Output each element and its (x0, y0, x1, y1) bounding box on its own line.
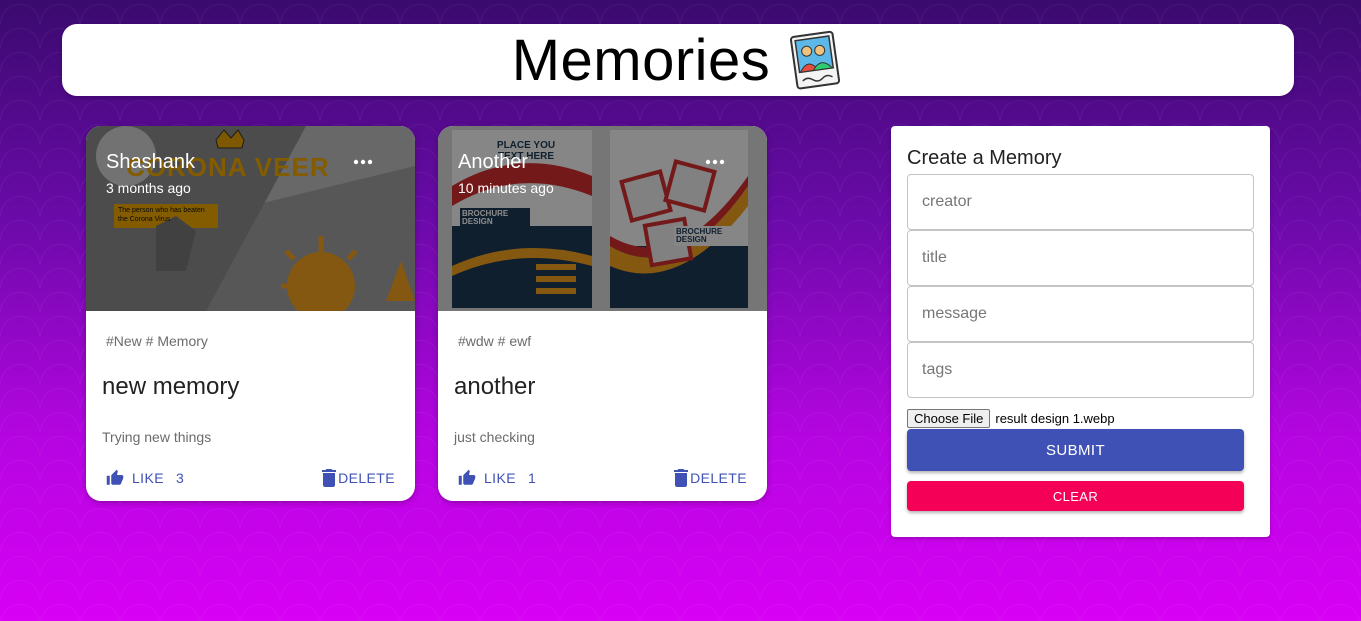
post-message: Trying new things (102, 429, 212, 445)
post-time: 3 months ago (106, 180, 191, 196)
more-horiz-icon[interactable] (703, 152, 727, 172)
like-button[interactable]: LIKE 3 (102, 467, 188, 489)
choose-file-button[interactable]: Choose File (907, 409, 991, 428)
thumb-up-icon (106, 469, 124, 485)
title-field[interactable] (907, 230, 1254, 286)
thumb-up-icon (458, 469, 476, 485)
delete-icon (674, 469, 689, 487)
like-label: LIKE (484, 470, 516, 486)
delete-button[interactable]: DELETE (670, 467, 751, 489)
post-message: just checking (454, 429, 535, 445)
post-image: CORONA VEER The person who has beaten th… (86, 126, 415, 311)
delete-label: DELETE (690, 470, 747, 486)
post-tags: #New # Memory (106, 333, 208, 349)
post-title: another (454, 373, 536, 400)
tags-field[interactable] (907, 342, 1254, 398)
app-bar: Memories (62, 24, 1294, 96)
post-tags: #wdw # ewf (458, 333, 532, 349)
post-title: new memory (102, 373, 240, 400)
like-count: 3 (175, 470, 185, 486)
message-field[interactable] (907, 286, 1254, 342)
like-label: LIKE (132, 470, 164, 486)
delete-button[interactable]: DELETE (318, 467, 399, 489)
delete-icon (322, 469, 337, 487)
post-creator: Shashank (106, 151, 195, 173)
create-memory-form: Create a Memory Choose File result desig… (891, 126, 1270, 537)
submit-button[interactable]: SUBMIT (907, 429, 1244, 471)
clear-button[interactable]: CLEAR (907, 481, 1244, 511)
like-count: 1 (527, 470, 537, 486)
card-actions: LIKE 1 DELETE (454, 466, 751, 490)
post-time: 10 minutes ago (458, 180, 554, 196)
post-card: PLACE YOU TEXT HERE BROCHURE DESIGN BROC… (438, 126, 767, 501)
more-horiz-icon[interactable] (351, 152, 375, 172)
post-creator: Another (458, 151, 529, 173)
like-button[interactable]: LIKE 1 (454, 467, 540, 489)
form-title: Create a Memory (907, 147, 1062, 169)
post-card: CORONA VEER The person who has beaten th… (86, 126, 415, 501)
creator-field[interactable] (907, 174, 1254, 230)
delete-label: DELETE (338, 470, 395, 486)
photo-card-icon (790, 30, 841, 90)
app-title: Memories (511, 27, 771, 93)
card-actions: LIKE 3 DELETE (102, 466, 399, 490)
file-name: result design 1.webp (995, 411, 1115, 426)
file-input: Choose File result design 1.webp (907, 409, 1115, 428)
post-image: PLACE YOU TEXT HERE BROCHURE DESIGN BROC… (438, 126, 767, 311)
